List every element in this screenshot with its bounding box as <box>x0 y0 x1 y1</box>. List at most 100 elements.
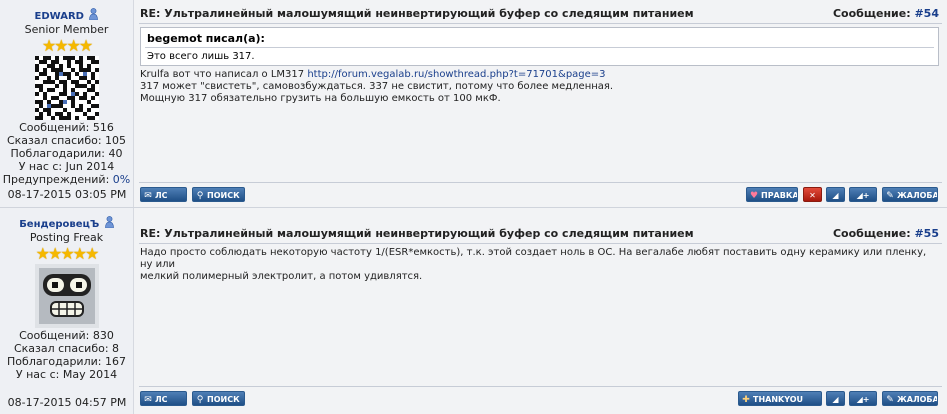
thumbs-up-icon: ✚ <box>742 395 750 405</box>
star-icon: ★ <box>60 244 74 263</box>
stat-joined: У нас с: Jun 2014 <box>18 160 115 173</box>
title-separator <box>139 243 942 244</box>
body-line-2: мелкий полимерный электролит, а потом уд… <box>140 271 423 282</box>
envelope-icon: ✉ <box>144 395 152 405</box>
warnings-label: Предупреждений: <box>2 173 110 186</box>
post-number-link[interactable]: #54 <box>914 7 939 20</box>
thankyou-button-label: THANKYOU <box>753 395 804 404</box>
quote-plus-icon: ◢+ <box>856 191 870 200</box>
pm-button[interactable]: ✉ ЛС <box>140 187 187 202</box>
footer-separator <box>139 182 942 183</box>
post-title: RE: Ультралинейный малошумящий неинверти… <box>140 7 694 20</box>
quick-reply-button[interactable]: ◢ <box>826 391 845 406</box>
search-icon: ⚲ <box>196 191 204 201</box>
post-54: EDWARD Senior Member ★★★★ Сообщений: 516… <box>0 0 947 208</box>
multi-quote-button[interactable]: ◢+ <box>849 391 877 406</box>
reply-arrow-icon: ◢ <box>832 395 839 404</box>
stat-thanks-received: Поблагодарили: 40 <box>10 147 123 160</box>
username-link[interactable]: EDWARD <box>0 8 133 22</box>
username-text[interactable]: EDWARD <box>35 11 84 22</box>
post-number: Сообщение: #55 <box>833 227 939 240</box>
post-body: Надо просто соблюдать некоторую частоту … <box>140 247 939 283</box>
thankyou-button[interactable]: ✚ THANKYOU <box>738 391 822 406</box>
user-online-icon <box>89 8 99 20</box>
body-line-3: Мощную 317 обязательно грузить на большу… <box>140 93 501 104</box>
stat-thanked: Сказал спасибо: 105 <box>6 134 127 147</box>
quote-separator <box>145 47 934 48</box>
quote-author: begemot писал(а): <box>147 32 265 45</box>
user-online-icon <box>104 216 114 228</box>
close-icon: ✕ <box>809 191 816 200</box>
complaint-icon: ✎ <box>886 191 894 201</box>
post-content: RE: Ультралинейный малошумящий неинверти… <box>134 0 947 207</box>
post-number-label: Сообщение: <box>832 7 911 20</box>
rank-stars: ★★★★ <box>0 38 133 54</box>
stat-thanks-received: Поблагодарили: 167 <box>7 355 126 368</box>
stat-thanked: Сказал спасибо: 8 <box>13 342 120 355</box>
body-line-2: 317 может "свистеть", самовозбуждаться. … <box>140 81 614 92</box>
warnings-value[interactable]: 0% <box>113 173 130 186</box>
complaint-button-label: ЖАЛОБА <box>897 395 938 404</box>
rank-stars: ★★★★★ <box>0 246 133 262</box>
search-button-label: ПОИСК <box>207 191 240 200</box>
multi-quote-button[interactable]: ◢+ <box>849 187 877 202</box>
quick-reply-button[interactable]: ◢ <box>826 187 845 202</box>
star-icon: ★ <box>72 244 87 263</box>
post-title: RE: Ультралинейный малошумящий неинверти… <box>140 227 694 240</box>
post-number-label: Сообщение: <box>832 227 911 240</box>
complaint-button[interactable]: ✎ ЖАЛОБА <box>882 187 938 202</box>
user-info-panel: EDWARD Senior Member ★★★★ Сообщений: 516… <box>0 0 134 207</box>
post-number-link[interactable]: #55 <box>914 227 939 240</box>
reply-arrow-icon: ◢ <box>832 191 839 200</box>
star-icon: ★ <box>54 36 68 55</box>
search-button-label: ПОИСК <box>207 395 240 404</box>
edit-button[interactable]: ♥ ПРАВКА <box>746 187 798 202</box>
complaint-icon: ✎ <box>886 395 894 405</box>
pm-button[interactable]: ✉ ЛС <box>140 391 187 406</box>
star-icon: ★ <box>41 36 56 55</box>
post-55: БендеровецЪ Posting Freak ★★★★★ Сообщени… <box>0 208 947 414</box>
title-separator <box>139 23 942 24</box>
stat-messages: Сообщений: 830 <box>19 329 114 342</box>
body-link[interactable]: http://forum.vegalab.ru/showthread.php?t… <box>307 69 605 80</box>
star-icon: ★ <box>78 36 93 55</box>
stat-joined: У нас с: May 2014 <box>15 368 118 381</box>
user-info-panel: БендеровецЪ Posting Freak ★★★★★ Сообщени… <box>0 208 134 414</box>
body-line-1-text: Krulfa вот что написал о LM317 <box>140 69 308 80</box>
body-line-1: Krulfa вот что написал о LM317 http://fo… <box>140 69 939 81</box>
star-icon: ★ <box>66 36 81 55</box>
avatar[interactable] <box>34 56 99 120</box>
username-link[interactable]: БендеровецЪ <box>0 216 133 230</box>
delete-button[interactable]: ✕ <box>803 187 822 202</box>
post-date: 08-17-2015 04:57 PM <box>7 396 127 409</box>
post-number: Сообщение: #54 <box>833 7 939 20</box>
search-button[interactable]: ⚲ ПОИСК <box>192 187 245 202</box>
post-content: RE: Ультралинейный малошумящий неинверти… <box>134 208 947 414</box>
complaint-button[interactable]: ✎ ЖАЛОБА <box>882 391 938 406</box>
complaint-button-label: ЖАЛОБА <box>897 191 938 200</box>
quote-text: Это всего лишь 317. <box>147 51 255 62</box>
bender-avatar-image <box>34 264 99 328</box>
footer-separator <box>139 386 942 387</box>
user-rank: Posting Freak <box>29 231 104 244</box>
star-icon: ★ <box>85 244 99 263</box>
star-icon: ★ <box>35 244 50 263</box>
envelope-icon: ✉ <box>144 191 152 201</box>
stat-warnings: Предупреждений: 0% <box>0 173 133 186</box>
user-stats: Сообщений: 830 Сказал спасибо: 8 Поблаго… <box>0 329 133 381</box>
post-body: Krulfa вот что написал о LM317 http://fo… <box>140 69 939 105</box>
username-text[interactable]: БендеровецЪ <box>19 219 99 230</box>
pm-button-label: ЛС <box>155 191 168 200</box>
edit-heart-icon: ♥ <box>749 191 759 201</box>
user-rank: Senior Member <box>24 23 109 36</box>
quote-block: begemot писал(а): Это всего лишь 317. <box>140 27 939 66</box>
quote-plus-icon: ◢+ <box>856 395 870 404</box>
user-stats: Сообщений: 516 Сказал спасибо: 105 Побла… <box>0 121 133 186</box>
edit-button-label: ПРАВКА <box>761 191 798 200</box>
search-button[interactable]: ⚲ ПОИСК <box>192 391 245 406</box>
post-date: 08-17-2015 03:05 PM <box>7 188 127 201</box>
pm-button-label: ЛС <box>155 395 168 404</box>
avatar[interactable] <box>34 264 99 328</box>
stat-messages: Сообщений: 516 <box>19 121 114 134</box>
body-line-1: Надо просто соблюдать некоторую частоту … <box>140 247 927 270</box>
